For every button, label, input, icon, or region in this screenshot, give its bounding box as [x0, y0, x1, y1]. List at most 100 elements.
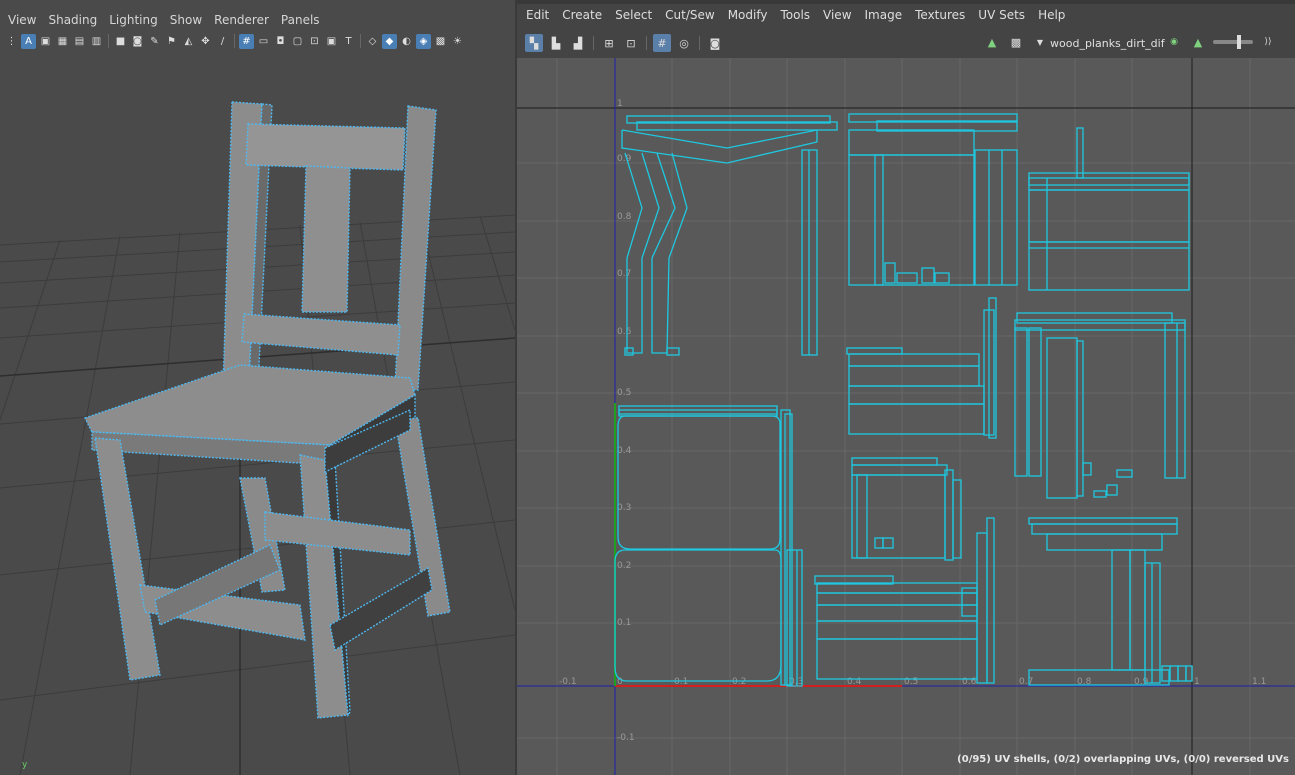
toolbar-divider: [699, 36, 700, 50]
uv-menu-view[interactable]: View: [823, 8, 851, 22]
chair-model[interactable]: [84, 101, 451, 719]
texture-name-dropdown[interactable]: wood_planks_dirt_dif: [1050, 37, 1165, 50]
select-camera-icon[interactable]: A: [21, 33, 36, 49]
toolbar-divider: [360, 34, 361, 48]
draw-icon[interactable]: /: [215, 34, 230, 49]
gate-mask-icon[interactable]: ▢: [290, 34, 305, 49]
2d-pan-icon[interactable]: ▥: [89, 34, 104, 49]
uv-edge-select-icon[interactable]: ▟: [569, 34, 587, 52]
uv-editor-menubar: Edit Create Select Cut/Sew Modify Tools …: [517, 5, 1295, 25]
uv-canvas[interactable]: -0.1 0 0.1 0.2 0.3 0.4 0.5 0.6 0.7 0.8 0…: [517, 58, 1295, 775]
uv-menu-select[interactable]: Select: [615, 8, 652, 22]
tick-y-01: 0.1: [617, 618, 631, 628]
uv-menu-uv-sets[interactable]: UV Sets: [978, 8, 1025, 22]
default-material-icon[interactable]: ◐: [399, 34, 414, 49]
tick-y-08: 0.8: [617, 212, 632, 222]
toolbar-divider: [593, 36, 594, 50]
wireframe-icon[interactable]: ◇: [365, 34, 380, 49]
isolate-icon[interactable]: ◭: [181, 34, 196, 49]
brightness-slider[interactable]: [1213, 35, 1253, 49]
tick-y-04: 0.4: [617, 446, 632, 456]
uv-shell-stretcher-b: [851, 457, 962, 561]
axis-indicator: y: [22, 760, 28, 770]
xray-joints-icon[interactable]: ✥: [198, 34, 213, 49]
checker-icon[interactable]: ▩: [1007, 33, 1025, 51]
tick-y-05: 0.5: [617, 388, 631, 398]
menu-shading[interactable]: Shading: [48, 13, 97, 27]
bookmark-icon[interactable]: ▦: [55, 34, 70, 49]
camera-attributes-icon[interactable]: ◙: [130, 34, 145, 49]
uv-shell-stretcher-a: [846, 297, 997, 439]
uv-grid-icon[interactable]: #: [653, 34, 671, 52]
uv-shells: [614, 113, 1193, 687]
viewport-menubar: View Shading Lighting Show Renderer Pane…: [0, 10, 515, 30]
grease-pencil-icon[interactable]: ✎: [147, 34, 162, 49]
toolbar-divider: [234, 34, 235, 48]
uv-shell-apron: [814, 517, 995, 684]
menu-panels[interactable]: Panels: [281, 13, 320, 27]
uv-menu-image[interactable]: Image: [865, 8, 903, 22]
uv-menu-edit[interactable]: Edit: [526, 8, 549, 22]
tick-y-1: 1: [617, 99, 623, 109]
tick-x-1: 1: [1194, 677, 1200, 687]
uv-status-readout: (0/95) UV shells, (0/2) overlapping UVs,…: [957, 754, 1289, 765]
tick-y-02: 0.2: [617, 561, 631, 571]
tick-y-07: 0.7: [617, 269, 631, 279]
menu-show[interactable]: Show: [170, 13, 202, 27]
bookmark-flag-icon[interactable]: ⚑: [164, 34, 179, 49]
resolution-gate-icon[interactable]: ◘: [273, 34, 288, 49]
uv-shell-back-top-rail: [1028, 127, 1190, 291]
chair-scene[interactable]: [0, 55, 515, 775]
uv-shell-seat: [614, 405, 803, 687]
display-image-icon[interactable]: ▲: [983, 33, 1001, 51]
image-plane-icon[interactable]: ▤: [72, 34, 87, 49]
uv-face-select-icon[interactable]: ▙: [547, 34, 565, 52]
uv-menu-modify[interactable]: Modify: [728, 8, 768, 22]
uv-frame-selected-icon[interactable]: ⊡: [622, 34, 640, 52]
tick-y-03: 0.3: [617, 503, 631, 513]
slider-knob[interactable]: [1237, 35, 1241, 49]
uv-shell-front-legs: [1028, 517, 1193, 686]
wireframe-on-shaded-icon[interactable]: ◈: [416, 33, 431, 49]
uv-shell-select-icon[interactable]: ▚: [525, 34, 543, 52]
uv-editor-titlebar: [517, 0, 1295, 4]
film-gate-icon[interactable]: ▭: [256, 34, 271, 49]
texture-controls: ▲ ▩ ▼: [983, 33, 1049, 51]
textured-icon[interactable]: ▩: [433, 34, 448, 49]
texture-dropdown-icon[interactable]: ▼: [1031, 33, 1049, 51]
uv-menu-help[interactable]: Help: [1038, 8, 1065, 22]
safe-title-icon[interactable]: T: [341, 34, 356, 49]
uv-menu-create[interactable]: Create: [562, 8, 602, 22]
3d-viewport[interactable]: View Shading Lighting Show Renderer Pane…: [0, 0, 515, 775]
tick-y-06: 0.6: [617, 327, 632, 337]
field-chart-icon[interactable]: ⊡: [307, 34, 322, 49]
uv-frame-all-icon[interactable]: ⊞: [600, 34, 618, 52]
menu-renderer[interactable]: Renderer: [214, 13, 269, 27]
uv-editor-panel[interactable]: Edit Create Select Cut/Sew Modify Tools …: [515, 0, 1295, 775]
lock-camera-icon[interactable]: ▣: [38, 34, 53, 49]
uv-menu-textures[interactable]: Textures: [915, 8, 965, 22]
menu-lighting[interactable]: Lighting: [109, 13, 158, 27]
toolbar-divider: [646, 36, 647, 50]
tick-x-01: 0.1: [674, 677, 688, 687]
menu-view[interactable]: View: [8, 13, 36, 27]
safe-action-icon[interactable]: ▣: [324, 34, 339, 49]
toolbar-divider: [108, 34, 109, 48]
tick-y-neg01: -0.1: [617, 733, 635, 743]
uv-layout: -0.1 0 0.1 0.2 0.3 0.4 0.5 0.6 0.7 0.8 0…: [517, 58, 1295, 775]
channel-controls: ◉ ▲ ⟩⟩: [1165, 33, 1277, 51]
uv-menu-cut-sew[interactable]: Cut/Sew: [665, 8, 715, 22]
toolbar-expand-icon[interactable]: ⟩⟩: [1259, 33, 1277, 51]
lights-icon[interactable]: ☀: [450, 34, 465, 49]
uv-snap-icon[interactable]: ◎: [675, 34, 693, 52]
rgb-channels-icon[interactable]: ◉: [1165, 33, 1183, 51]
alpha-channel-icon[interactable]: ▲: [1189, 33, 1207, 51]
smooth-shade-icon[interactable]: ◆: [382, 33, 397, 49]
grid-icon[interactable]: #: [239, 33, 254, 49]
viewport-toolbar: ⋮ A ▣ ▦ ▤ ▥ ■ ◙ ✎ ⚑ ◭ ✥ / # ▭ ◘ ▢ ⊡ ▣ T …: [0, 31, 515, 51]
camera-icon[interactable]: ■: [113, 34, 128, 49]
uv-shell-back-splat: [1014, 312, 1186, 499]
uv-menu-tools[interactable]: Tools: [780, 8, 810, 22]
uv-snapshot-camera-icon[interactable]: ◙: [706, 34, 724, 52]
tick-y-09: 0.9: [617, 154, 632, 164]
